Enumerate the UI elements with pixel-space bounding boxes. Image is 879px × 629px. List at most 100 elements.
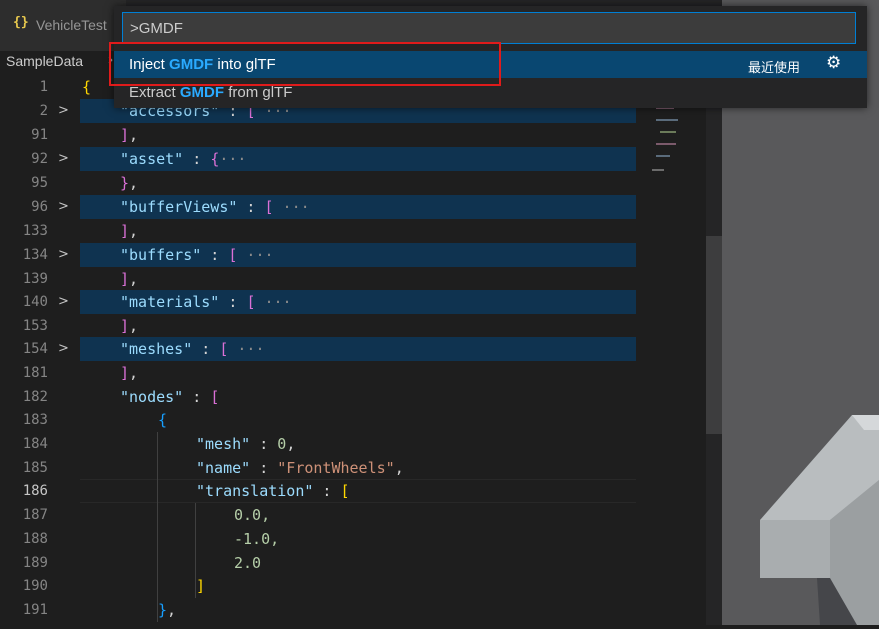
colon: : bbox=[250, 459, 278, 477]
code-line[interactable]: 2.0 bbox=[234, 551, 261, 575]
code-line[interactable]: "translation" : [ bbox=[196, 479, 350, 503]
json-key: "name" bbox=[196, 459, 251, 477]
code-line[interactable]: 0.0, bbox=[234, 503, 270, 527]
code-line[interactable]: ], bbox=[120, 219, 138, 243]
code-line[interactable]: "nodes" : [ bbox=[120, 385, 219, 409]
command-item-extract-gmdf[interactable]: Extract GMDF from glTF bbox=[129, 84, 292, 101]
fold-chevron-icon[interactable]: > bbox=[58, 243, 74, 267]
line-number: 186 bbox=[22, 483, 48, 499]
json-number: 2.0 bbox=[234, 554, 262, 572]
colon: : bbox=[183, 150, 211, 168]
minimap-line bbox=[656, 155, 670, 157]
json-key: "meshes" bbox=[120, 340, 193, 358]
bracket: ] bbox=[196, 577, 206, 595]
fold-ellipsis[interactable]: ··· bbox=[219, 150, 246, 168]
code-line[interactable]: "asset" : {··· bbox=[120, 147, 246, 171]
code-line[interactable]: ], bbox=[120, 267, 138, 291]
code-line[interactable]: "name" : "FrontWheels", bbox=[196, 456, 404, 480]
code-line[interactable]: ], bbox=[120, 123, 138, 147]
colon: : bbox=[183, 388, 211, 406]
line-number: 2 bbox=[39, 103, 48, 119]
label-prefix: Extract bbox=[129, 84, 180, 101]
tab-label[interactable]: VehicleTest bbox=[36, 17, 107, 33]
line-number: 140 bbox=[22, 294, 48, 310]
annotation-highlight-box bbox=[109, 42, 501, 86]
bracket: [ bbox=[264, 198, 274, 216]
fold-chevron-icon[interactable]: > bbox=[58, 99, 74, 123]
code-line[interactable]: "mesh" : 0, bbox=[196, 432, 295, 456]
scrollbar-thumb[interactable] bbox=[706, 236, 722, 434]
code-line[interactable]: ] bbox=[196, 574, 205, 598]
code-line[interactable]: }, bbox=[120, 171, 138, 195]
minimap-line bbox=[652, 169, 664, 171]
line-number: 134 bbox=[22, 247, 48, 263]
fold-ellipsis[interactable]: ··· bbox=[237, 246, 273, 264]
fold-chevron-icon[interactable]: > bbox=[58, 147, 74, 171]
json-key: "bufferViews" bbox=[120, 198, 238, 216]
line-number: 95 bbox=[31, 175, 48, 191]
fold-chevron-icon[interactable]: > bbox=[58, 337, 74, 361]
json-number: 0.0, bbox=[234, 506, 271, 524]
line-number: 139 bbox=[22, 271, 48, 287]
line-number: 183 bbox=[22, 412, 48, 428]
fold-chevron-icon[interactable]: > bbox=[58, 195, 74, 219]
code-line[interactable]: ], bbox=[120, 361, 138, 385]
colon: : bbox=[192, 340, 220, 358]
line-number: 182 bbox=[22, 389, 48, 405]
line-number: 188 bbox=[22, 531, 48, 547]
indent-guide bbox=[157, 432, 158, 622]
json-key: "mesh" bbox=[196, 435, 251, 453]
json-key: "materials" bbox=[120, 293, 220, 311]
code-line[interactable]: ], bbox=[120, 314, 138, 338]
code-line[interactable]: { bbox=[158, 408, 167, 432]
json-file-icon: {} bbox=[13, 15, 29, 30]
line-number: 1 bbox=[39, 79, 48, 95]
comma: , bbox=[129, 317, 139, 335]
comma: , bbox=[129, 222, 139, 240]
bracket: ] bbox=[120, 364, 130, 382]
code-line[interactable]: "meshes" : [ ··· bbox=[120, 337, 265, 361]
line-number: 189 bbox=[22, 555, 48, 571]
code-editor[interactable]: 1 2 91 92 95 96 133 134 139 140 153 154 181 182 183 184… bbox=[0, 75, 706, 625]
brace: { bbox=[158, 411, 168, 429]
line-number: 185 bbox=[22, 460, 48, 476]
line-number: 153 bbox=[22, 318, 48, 334]
bracket: ] bbox=[120, 126, 130, 144]
fold-ellipsis[interactable]: ··· bbox=[274, 198, 310, 216]
brace: { bbox=[82, 78, 92, 96]
minimap-line bbox=[656, 143, 676, 145]
brace: } bbox=[158, 601, 168, 619]
line-number: 187 bbox=[22, 507, 48, 523]
brace: { bbox=[210, 150, 220, 168]
fold-ellipsis[interactable]: ··· bbox=[228, 340, 264, 358]
minimap-line bbox=[656, 119, 678, 121]
line-number: 154 bbox=[22, 341, 48, 357]
code-line[interactable]: { bbox=[82, 75, 91, 99]
line-number: 96 bbox=[31, 199, 48, 215]
label-suffix: from glTF bbox=[224, 84, 293, 101]
code-line[interactable]: -1.0, bbox=[234, 527, 279, 551]
match-highlight: GMDF bbox=[179, 84, 225, 101]
code-line[interactable]: }, bbox=[158, 598, 176, 622]
comma: , bbox=[129, 126, 139, 144]
command-palette-input[interactable] bbox=[122, 12, 856, 44]
colon: : bbox=[250, 435, 278, 453]
fold-chevron-icon[interactable]: > bbox=[58, 290, 74, 314]
colon: : bbox=[313, 482, 341, 500]
code-line[interactable]: "buffers" : [ ··· bbox=[120, 243, 274, 267]
code-line[interactable]: "bufferViews" : [ ··· bbox=[120, 195, 310, 219]
line-number: 91 bbox=[31, 127, 48, 143]
line-number: 133 bbox=[22, 223, 48, 239]
json-number: 0 bbox=[277, 435, 287, 453]
bracket: ] bbox=[120, 270, 130, 288]
json-key: "buffers" bbox=[120, 246, 202, 264]
json-string: "FrontWheels" bbox=[277, 459, 395, 477]
line-number: 191 bbox=[22, 602, 48, 618]
code-line[interactable]: "materials" : [ ··· bbox=[120, 290, 292, 314]
bracket: ] bbox=[120, 317, 130, 335]
fold-ellipsis[interactable]: ··· bbox=[255, 293, 291, 311]
comma: , bbox=[167, 601, 177, 619]
gear-icon[interactable]: ⚙ bbox=[826, 53, 841, 73]
line-number: 181 bbox=[22, 365, 48, 381]
breadcrumb-folder[interactable]: SampleData bbox=[6, 53, 83, 69]
